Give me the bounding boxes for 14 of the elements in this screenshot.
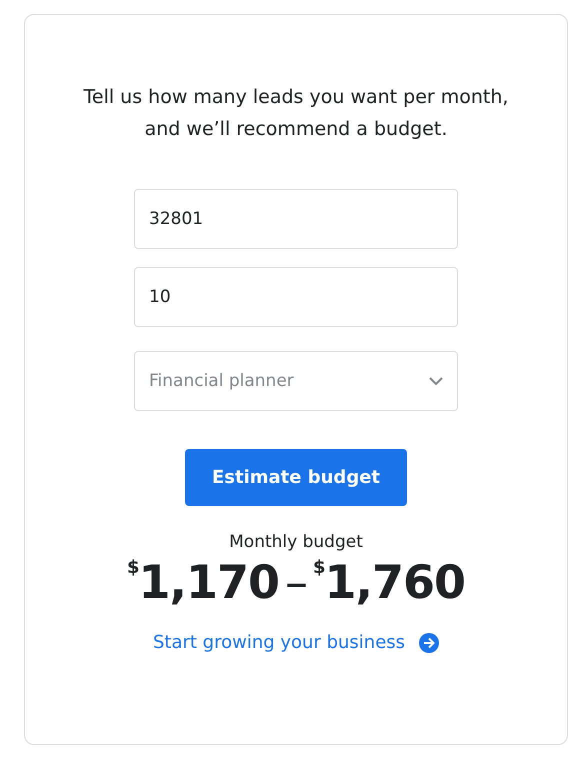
budget-label: Monthly budget (229, 532, 363, 552)
chevron-down-icon (429, 376, 443, 386)
start-growing-link[interactable]: Start growing your business (152, 632, 440, 653)
estimate-budget-button[interactable]: Estimate budget (185, 449, 407, 506)
input-field[interactable]: 32801 (134, 189, 458, 249)
currency-symbol: $ (313, 556, 325, 580)
currency-symbol: $ (126, 556, 138, 580)
range-dash: – (285, 554, 307, 610)
budget-high: 1,760 (324, 554, 466, 610)
dropdown-field[interactable]: Financial planner (134, 351, 458, 411)
arrow-circle-icon (419, 632, 440, 652)
intro-text: Tell us how many leads you want per month, and we’ll recommend a budget. (82, 85, 510, 142)
input-field[interactable]: 10 (134, 267, 458, 327)
budget-low: 1,170 (138, 554, 279, 610)
